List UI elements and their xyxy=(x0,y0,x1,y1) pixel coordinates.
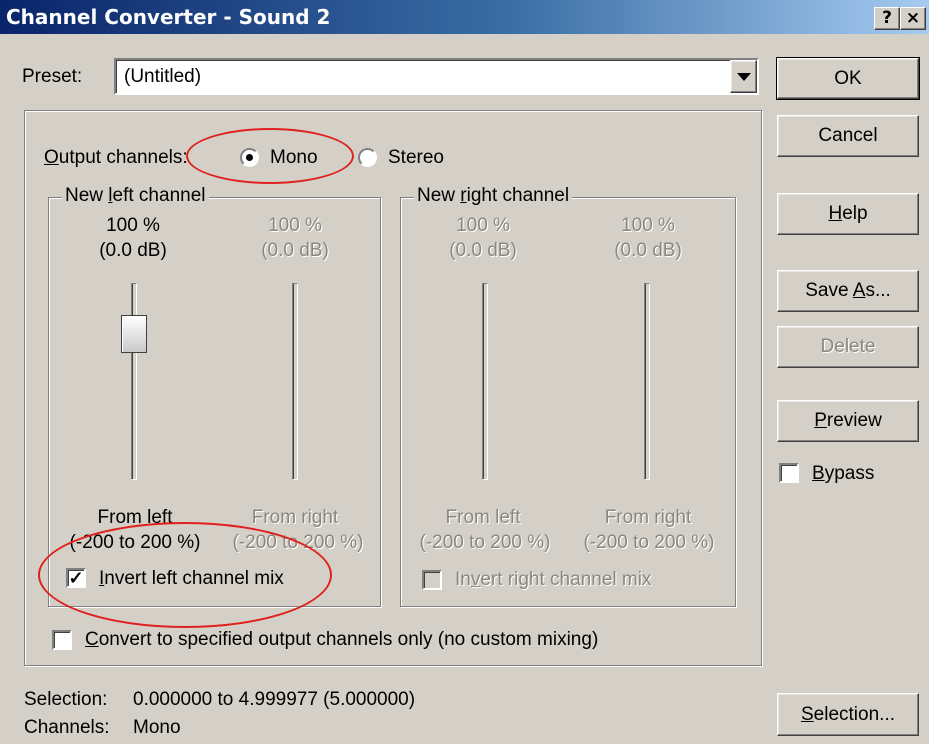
right-slider2-track[interactable] xyxy=(644,283,650,480)
right-slider2-range: (-200 to 200 %) xyxy=(583,532,715,553)
dropdown-arrow-button[interactable] xyxy=(730,60,757,93)
right-slider2-percent: 100 % xyxy=(621,215,675,236)
chevron-down-icon xyxy=(737,73,751,81)
bypass-checkbox[interactable] xyxy=(779,463,799,483)
right-slider2-db: (0.0 dB) xyxy=(614,240,682,261)
left-slider2-track[interactable] xyxy=(292,283,298,480)
annotation-ellipse-invert xyxy=(38,522,332,628)
preset-label: Preset: xyxy=(22,66,83,87)
output-channels-label: Output channels: xyxy=(44,147,188,168)
stereo-radio[interactable] xyxy=(358,148,377,167)
left-channel-title: New left channel xyxy=(62,185,209,207)
title-bar[interactable]: Channel Converter - Sound 2 ? × xyxy=(0,0,929,34)
left-slider2-from: From right xyxy=(251,507,339,528)
window-title: Channel Converter - Sound 2 xyxy=(6,5,331,29)
delete-button[interactable]: Delete xyxy=(777,326,919,368)
preset-value: (Untitled) xyxy=(124,66,202,87)
help-title-button[interactable]: ? xyxy=(874,7,900,30)
right-slider1-from: From left xyxy=(445,507,521,528)
invert-right-checkbox[interactable] xyxy=(422,570,442,590)
channels-status-value: Mono xyxy=(133,717,181,738)
left-slider1-percent: 100 % xyxy=(106,215,160,236)
left-slider1-thumb[interactable] xyxy=(121,315,147,353)
channels-status-label: Channels: xyxy=(24,717,110,738)
right-slider1-range: (-200 to 200 %) xyxy=(419,532,551,553)
convert-only-label: Convert to specified output channels onl… xyxy=(85,629,599,650)
preview-button[interactable]: Preview xyxy=(777,400,919,442)
bypass-label: Bypass xyxy=(812,463,875,484)
close-title-button[interactable]: × xyxy=(900,7,926,30)
selection-status-label: Selection: xyxy=(24,689,108,710)
save-as-button[interactable]: Save As... xyxy=(777,270,919,312)
ok-button[interactable]: OK xyxy=(776,57,920,100)
cancel-button[interactable]: Cancel xyxy=(777,115,919,157)
right-channel-title: New right channel xyxy=(414,185,573,207)
annotation-ellipse-mono xyxy=(186,128,354,184)
invert-right-label: Invert right channel mix xyxy=(455,569,652,590)
preset-dropdown[interactable]: (Untitled) xyxy=(114,58,759,95)
right-slider1-percent: 100 % xyxy=(456,215,510,236)
left-slider2-percent: 100 % xyxy=(268,215,322,236)
right-slider2-from: From right xyxy=(604,507,692,528)
right-slider1-db: (0.0 dB) xyxy=(449,240,517,261)
left-slider1-db: (0.0 dB) xyxy=(99,240,167,261)
help-button[interactable]: Help xyxy=(777,193,919,235)
left-slider1-track[interactable] xyxy=(131,283,137,480)
left-slider2-db: (0.0 dB) xyxy=(261,240,329,261)
convert-only-checkbox[interactable] xyxy=(52,630,72,650)
selection-status-value: 0.000000 to 4.999977 (5.000000) xyxy=(133,689,416,710)
stereo-label: Stereo xyxy=(388,147,444,168)
right-slider1-track[interactable] xyxy=(482,283,488,480)
selection-button[interactable]: Selection... xyxy=(777,693,919,736)
